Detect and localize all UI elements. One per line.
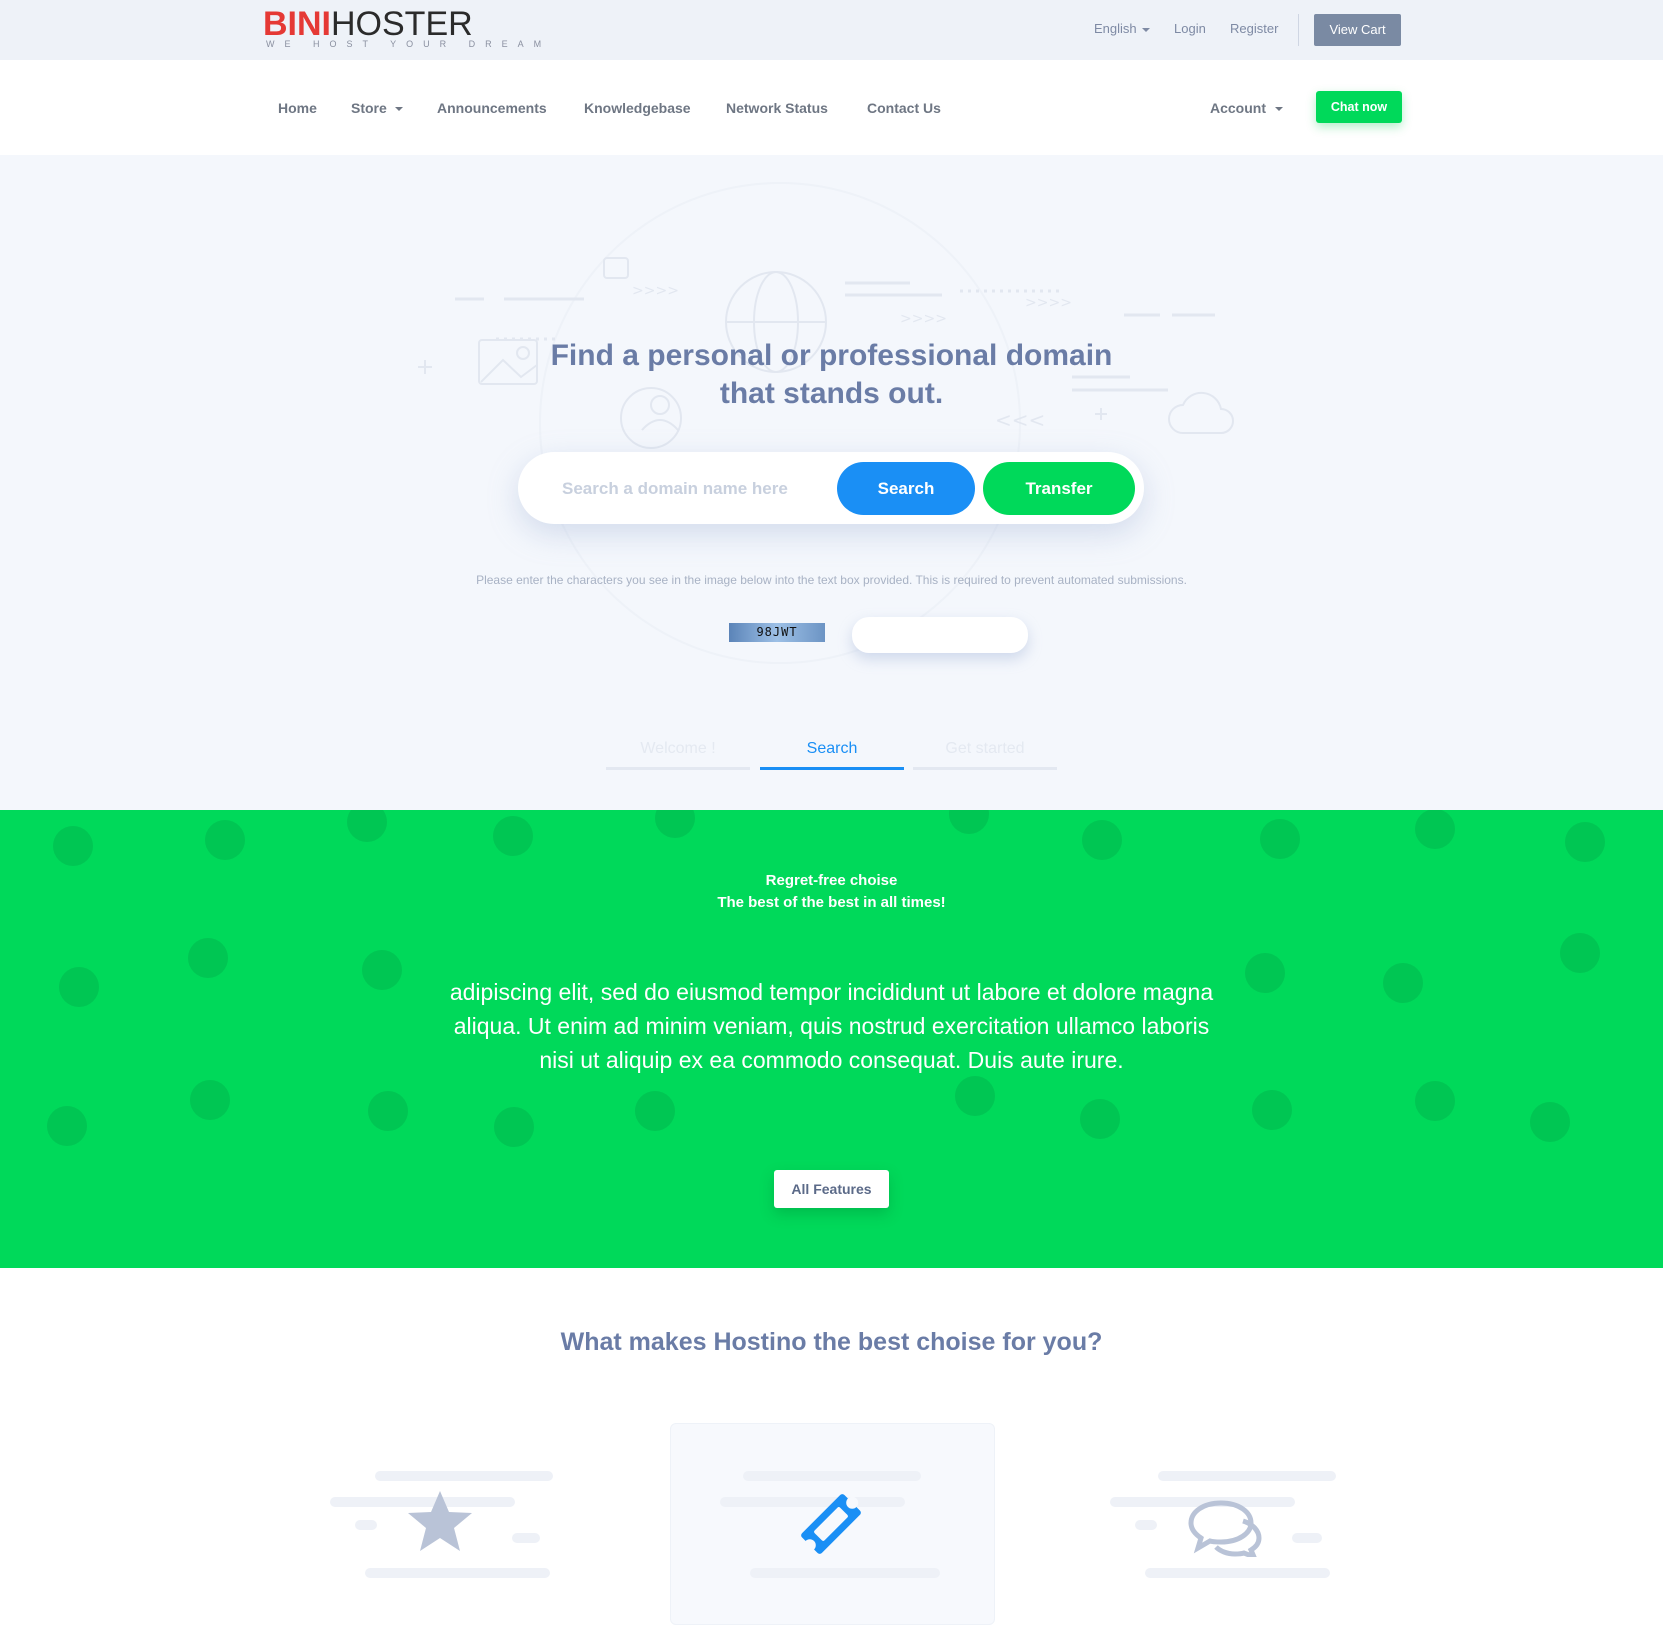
decorative-dot: [1415, 1081, 1455, 1121]
decorative-bar: [1145, 1568, 1330, 1578]
language-selector[interactable]: English: [1094, 21, 1150, 36]
account-label: Account: [1210, 100, 1266, 116]
decorative-dot: [205, 820, 245, 860]
decorative-bar: [743, 1471, 921, 1481]
nav-contact-us[interactable]: Contact Us: [867, 100, 941, 116]
nav-network-status[interactable]: Network Status: [726, 100, 828, 116]
nav-knowledgebase[interactable]: Knowledgebase: [584, 100, 691, 116]
decorative-dot: [53, 826, 93, 866]
logo-bini-text: BINI: [263, 5, 331, 43]
decorative-bar: [355, 1520, 377, 1530]
hero-title-line2: that stands out.: [719, 377, 944, 410]
top-bar: BINIHOSTER WE HOST YOUR DREAM English Lo…: [0, 0, 1663, 60]
decorative-dot: [955, 1076, 995, 1116]
nav-home[interactable]: Home: [278, 100, 317, 116]
decorative-dot: [188, 938, 228, 978]
decorative-dot: [362, 950, 402, 990]
topbar-divider: [1298, 14, 1299, 46]
decorative-bar: [1292, 1533, 1322, 1543]
login-link[interactable]: Login: [1174, 21, 1206, 36]
all-features-button[interactable]: All Features: [774, 1170, 889, 1208]
decorative-dot: [635, 1091, 675, 1131]
decorative-bar: [375, 1471, 553, 1481]
domain-search-box: Search Transfer: [518, 452, 1144, 526]
nav-announcements[interactable]: Announcements: [437, 100, 547, 116]
decorative-dot: [1245, 953, 1285, 993]
decorative-dot: [949, 810, 989, 834]
tab-get-started[interactable]: Get started: [913, 740, 1057, 758]
decorative-bar: [750, 1568, 940, 1578]
decorative-dot: [493, 816, 533, 856]
caret-down-icon: [1141, 27, 1150, 32]
decorative-dot: [1082, 820, 1122, 860]
chat-bubbles-icon: [1188, 1500, 1262, 1557]
star-icon: [408, 1491, 472, 1551]
decorative-bar: [1135, 1520, 1157, 1530]
decorative-dot: [347, 810, 387, 842]
captcha-image: 98JWT: [729, 623, 825, 642]
account-menu[interactable]: Account: [1210, 100, 1283, 116]
hero-title-line1: Find a personal or professional domain: [550, 339, 1113, 372]
tab-get-started-underline: [913, 767, 1057, 770]
nav-store-label: Store: [351, 100, 387, 116]
svg-text:>>>>: >>>>: [1025, 295, 1072, 311]
view-cart-button[interactable]: View Cart: [1314, 14, 1401, 46]
nav-store[interactable]: Store: [351, 100, 403, 116]
decorative-dot: [1560, 933, 1600, 973]
search-button[interactable]: Search: [837, 462, 975, 515]
decorative-dot: [1415, 810, 1455, 849]
tab-welcome-underline: [606, 767, 750, 770]
decorative-dot: [190, 1080, 230, 1120]
decorative-dot: [47, 1106, 87, 1146]
decorative-dot: [368, 1091, 408, 1131]
svg-text:>>>>: >>>>: [900, 311, 947, 327]
logo-tagline: WE HOST YOUR DREAM: [266, 39, 552, 49]
decorative-dot: [1260, 819, 1300, 859]
tab-search[interactable]: Search: [760, 740, 904, 758]
caret-down-icon: [394, 107, 403, 112]
decorative-bar: [1158, 1471, 1336, 1481]
language-label: English: [1094, 21, 1137, 36]
promo-body-text: adipiscing elit, sed do eiusmod tempor i…: [449, 979, 1214, 1073]
decorative-dot: [1530, 1102, 1570, 1142]
decorative-dot: [655, 810, 695, 838]
svg-text:>>>>: >>>>: [632, 283, 679, 299]
ticket-icon: [801, 1494, 861, 1554]
hero-section: >>>> >>>> >>>> <<< Find a personal or pr…: [0, 155, 1663, 810]
brand-logo[interactable]: BINIHOSTER WE HOST YOUR DREAM: [263, 6, 551, 49]
logo-hoster-text: HOSTER: [331, 5, 473, 43]
register-link[interactable]: Register: [1230, 21, 1278, 36]
transfer-button[interactable]: Transfer: [983, 462, 1135, 515]
domain-search-input[interactable]: [560, 452, 834, 526]
decorative-bar: [512, 1533, 540, 1543]
caret-down-icon: [1275, 107, 1283, 112]
tab-welcome[interactable]: Welcome !: [606, 740, 750, 758]
decorative-dot: [1080, 1099, 1120, 1139]
chat-now-button[interactable]: Chat now: [1316, 91, 1402, 123]
decorative-dot: [1565, 822, 1605, 862]
decorative-dot: [494, 1107, 534, 1147]
decorative-dot: [59, 967, 99, 1007]
main-navbar: Home Store Announcements Knowledgebase N…: [0, 60, 1663, 155]
decorative-dot: [1383, 963, 1423, 1003]
promo-heading-line2: The best of the best in all times!: [717, 894, 946, 911]
promo-heading: Regret-free choise The best of the best …: [0, 870, 1663, 914]
hero-title: Find a personal or professional domain t…: [0, 337, 1663, 413]
promo-heading-line1: Regret-free choise: [765, 872, 898, 889]
decorative-dot: [1252, 1090, 1292, 1130]
captcha-instructions: Please enter the characters you see in t…: [476, 573, 1187, 587]
captcha-input[interactable]: [852, 617, 1028, 653]
features-title: What makes Hostino the best choise for y…: [560, 1328, 1103, 1356]
promo-section: Regret-free choise The best of the best …: [0, 810, 1663, 1268]
captcha-code: 98JWT: [756, 625, 798, 639]
tab-search-underline: [760, 767, 904, 770]
decorative-bar: [365, 1568, 550, 1578]
